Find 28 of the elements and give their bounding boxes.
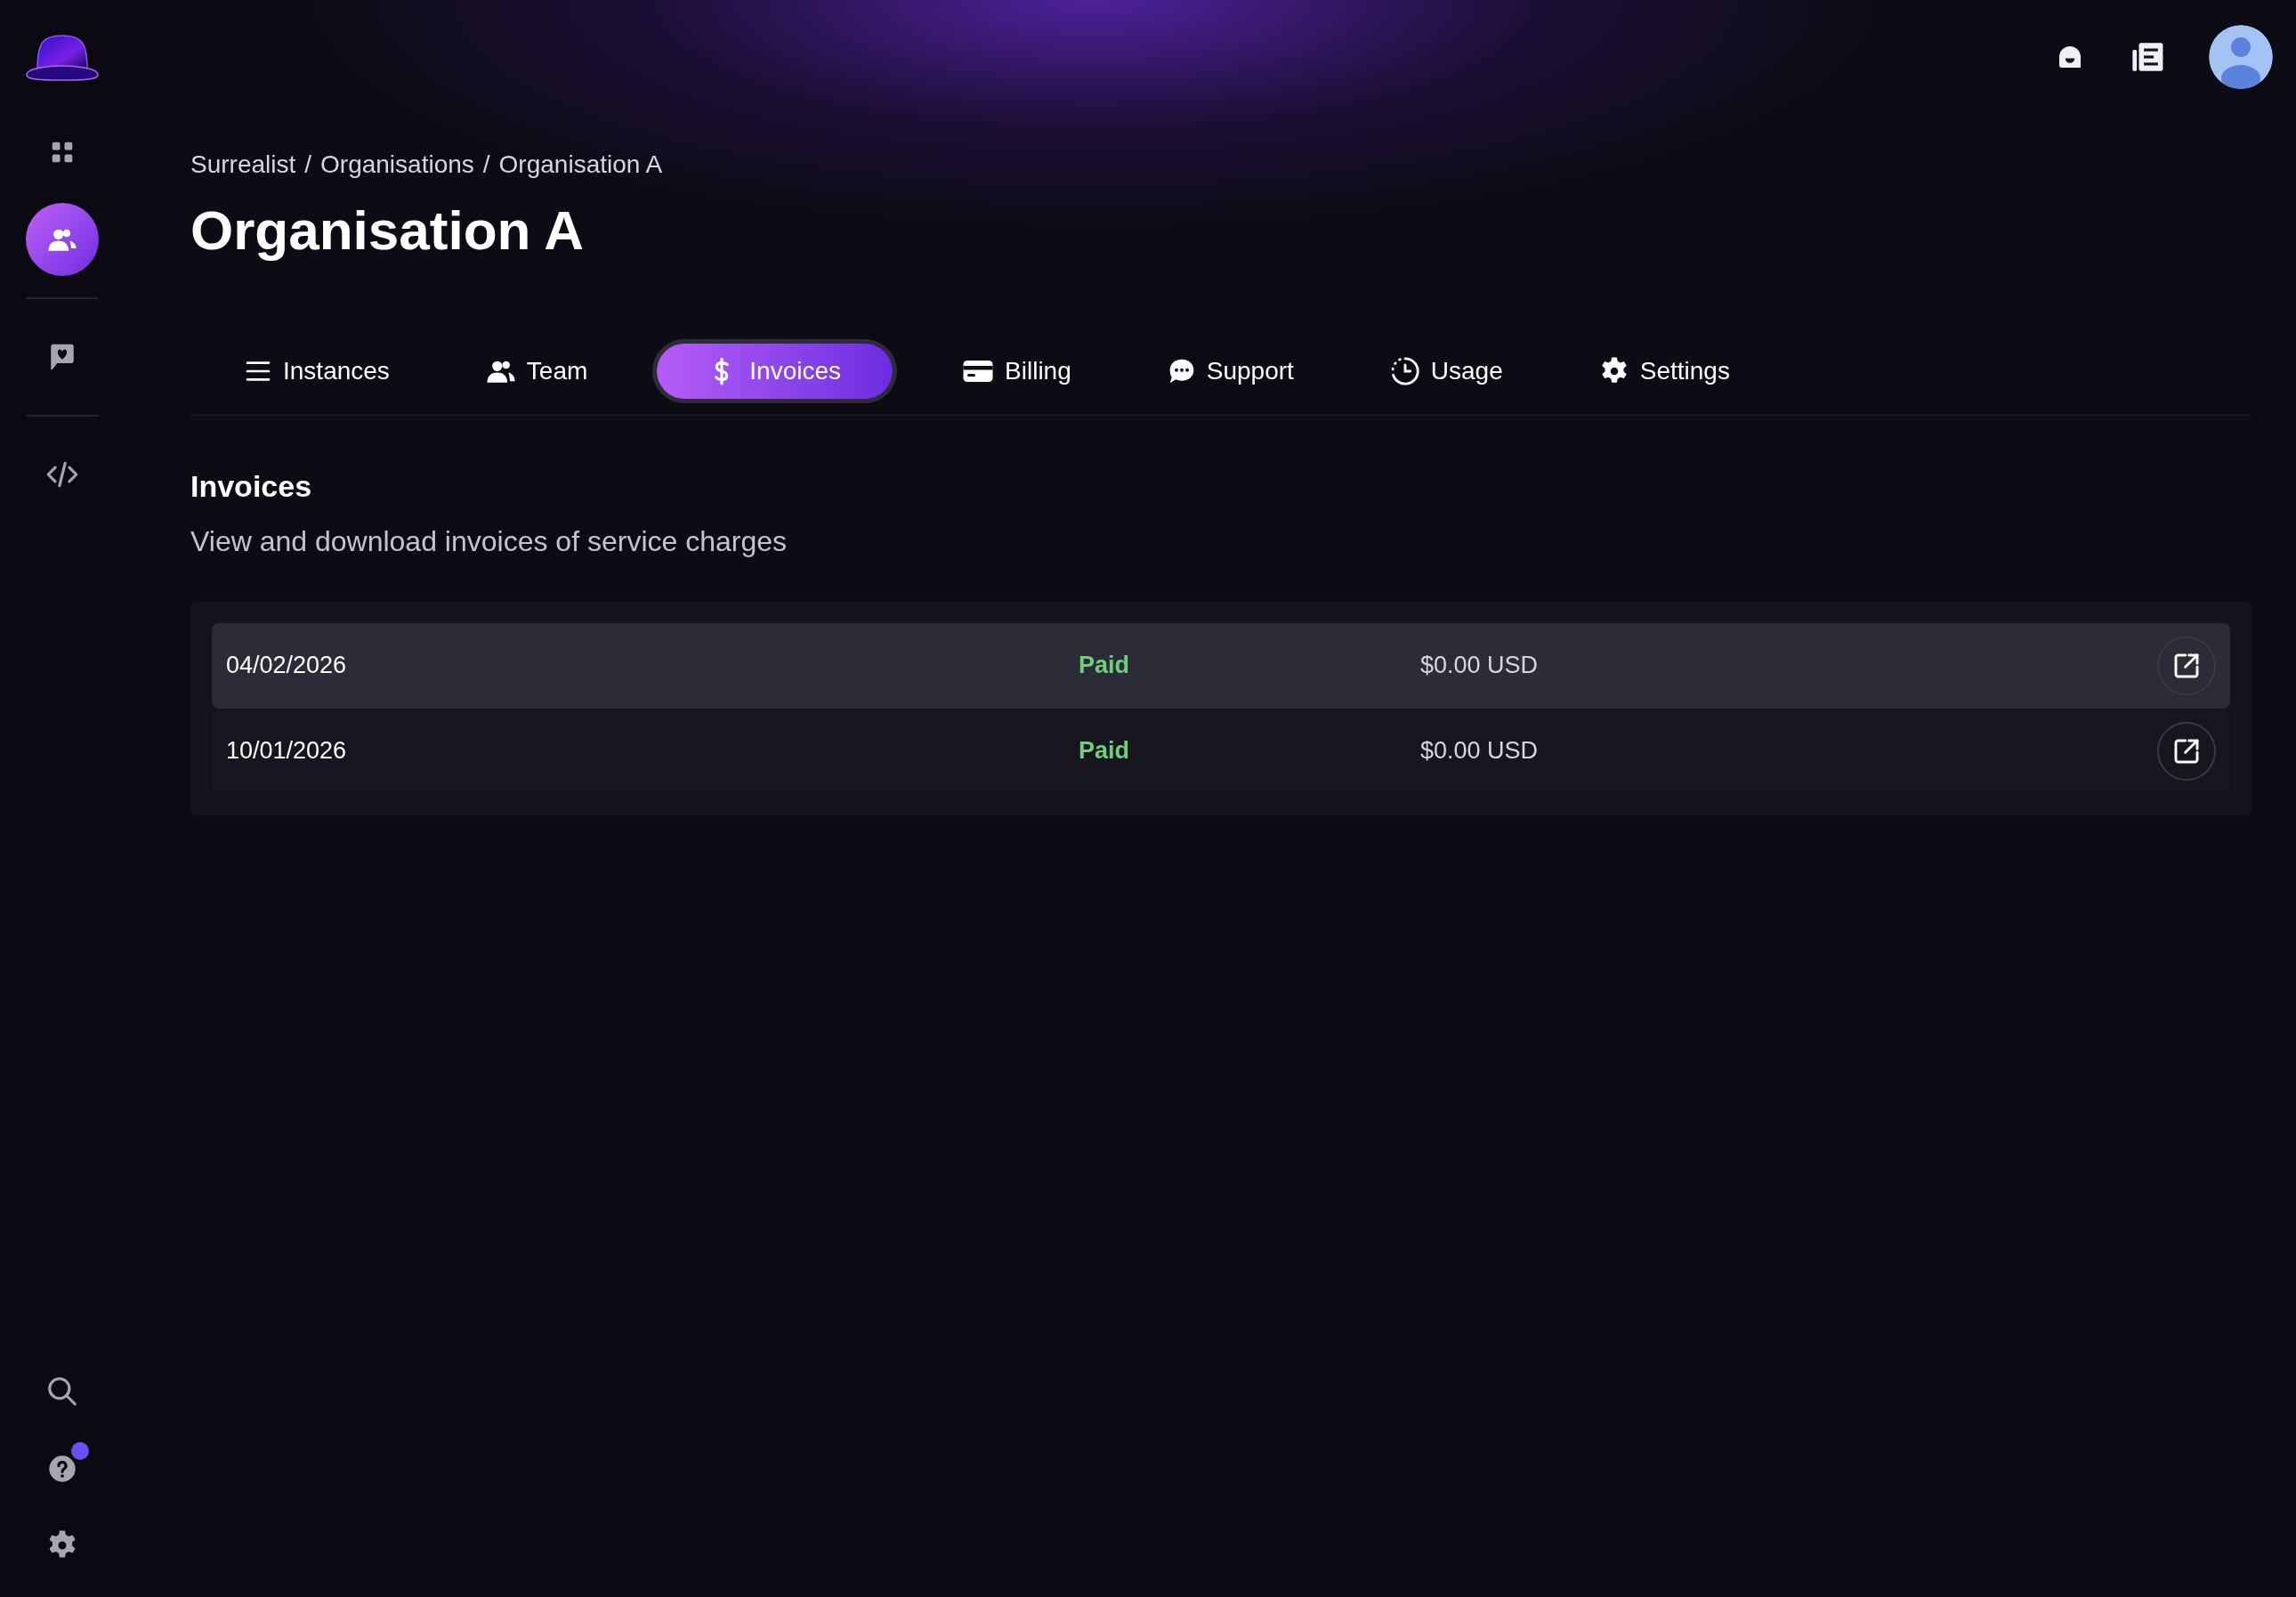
invoice-status: Paid — [1079, 651, 1131, 681]
hat-logo[interactable] — [25, 34, 100, 82]
clock-icon — [1389, 355, 1420, 386]
tab[interactable]: Usage — [1362, 343, 1530, 399]
tab[interactable]: Settings — [1572, 343, 1757, 399]
tab[interactable]: Billing — [935, 343, 1098, 399]
user-avatar[interactable] — [2209, 25, 2273, 89]
help-icon[interactable] — [48, 1455, 77, 1483]
section-description: View and download invoices of service charges — [190, 523, 788, 559]
invoice-date: 10/01/2026 — [226, 736, 348, 766]
newspaper-icon[interactable] — [2130, 40, 2164, 74]
invoice-date: 04/02/2026 — [226, 651, 348, 681]
tab[interactable]: Support — [1140, 343, 1321, 399]
breadcrumb-link[interactable]: Organisation A — [498, 146, 663, 183]
search-icon[interactable] — [45, 1374, 79, 1408]
page-title: Organisation A — [190, 199, 586, 263]
open-external-button[interactable] — [2157, 721, 2216, 781]
section-heading: Invoices — [190, 467, 313, 505]
breadcrumb-separator: / — [304, 150, 312, 180]
invoice-amount: $0.00 USD — [1420, 651, 1540, 681]
tab[interactable]: Instances — [217, 343, 416, 399]
open-external-button[interactable] — [2157, 636, 2216, 695]
tab[interactable]: Team — [458, 343, 615, 399]
invoice-status: Paid — [1079, 736, 1131, 766]
breadcrumb-link[interactable]: Organisations — [320, 146, 474, 183]
breadcrumb-separator: / — [482, 150, 490, 180]
invoice-amount: $0.00 USD — [1420, 736, 1540, 766]
breadcrumb-link[interactable]: Surrealist — [190, 146, 296, 183]
